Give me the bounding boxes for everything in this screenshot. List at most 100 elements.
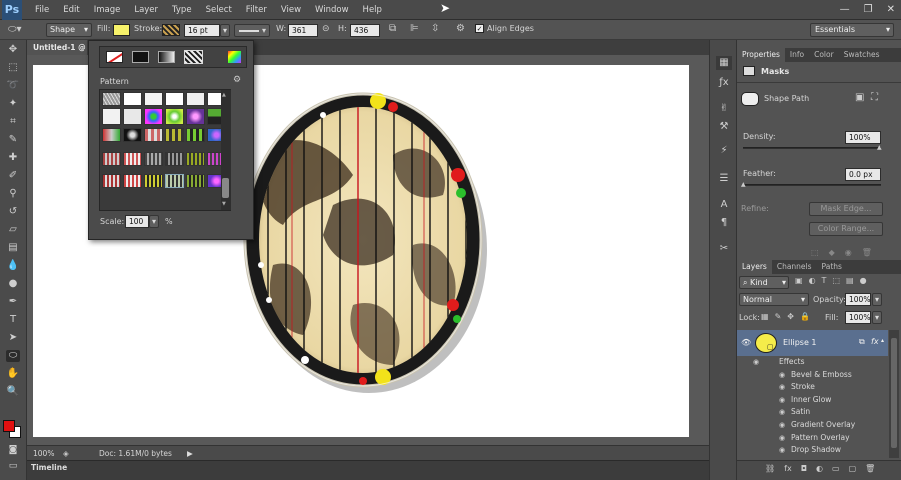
marquee-tool-icon[interactable]: ⬚ xyxy=(6,62,20,74)
eraser-tool-icon[interactable]: ▱ xyxy=(6,224,20,236)
delete-layer-icon[interactable]: 🗑 xyxy=(865,464,875,473)
hand-tool-icon[interactable]: ✋ xyxy=(6,368,20,380)
feather-slider[interactable] xyxy=(743,184,881,186)
pen-tool-icon[interactable]: ✒ xyxy=(6,296,20,308)
stroke-type-select[interactable]: ▾ xyxy=(234,24,270,37)
adjustment-filter-icon[interactable]: ◐ xyxy=(809,276,816,285)
history-brush-tool-icon[interactable]: ↺ xyxy=(6,206,20,218)
align-edges-checkbox[interactable]: ✓ xyxy=(475,24,484,33)
adjustments-panel-icon[interactable]: ✂ xyxy=(716,242,732,256)
shape-filter-icon[interactable]: ⬚ xyxy=(832,276,840,285)
tab-info[interactable]: Info xyxy=(785,48,809,62)
pattern-swatch[interactable] xyxy=(165,174,184,188)
chevron-down-icon[interactable]: ▾ xyxy=(872,311,882,324)
effect-row[interactable]: ◉ Pattern Overlay xyxy=(737,432,888,445)
eye-icon[interactable]: ◉ xyxy=(779,419,785,432)
tab-channels[interactable]: Channels xyxy=(772,260,817,274)
path-operations-icon[interactable]: ⧉ xyxy=(389,23,396,34)
feather-field[interactable]: 0.0 px xyxy=(845,168,881,181)
brush-panel-icon[interactable]: ✌ xyxy=(716,102,732,116)
magic-wand-tool-icon[interactable]: ✦ xyxy=(6,98,20,110)
tab-swatches[interactable]: Swatches xyxy=(839,48,885,62)
pattern-swatch[interactable] xyxy=(144,152,163,166)
chevron-up-icon[interactable]: ▴ xyxy=(881,337,884,344)
tab-color[interactable]: Color xyxy=(809,48,839,62)
crop-tool-icon[interactable]: ⌗ xyxy=(6,116,20,128)
smart-object-filter-icon[interactable]: ▤ xyxy=(846,276,854,285)
load-selection-icon[interactable]: ⬚ xyxy=(811,248,819,257)
quick-mask-icon[interactable]: ◙ xyxy=(6,444,20,456)
foreground-color-swatch[interactable] xyxy=(3,420,15,432)
lock-transparency-icon[interactable]: ▦ xyxy=(761,312,769,321)
pattern-swatch[interactable] xyxy=(186,108,205,125)
lasso-tool-icon[interactable]: ➰ xyxy=(6,80,20,92)
new-layer-icon[interactable]: ▢ xyxy=(849,464,857,473)
scroll-up-icon[interactable]: ▲ xyxy=(222,92,226,98)
gradient-tool-icon[interactable]: ▤ xyxy=(6,242,20,254)
tool-presets-icon[interactable]: ⚡ xyxy=(716,144,732,158)
add-pixel-mask-icon[interactable]: ▣ xyxy=(855,92,864,103)
pattern-swatch[interactable] xyxy=(165,128,184,142)
pattern-swatch[interactable] xyxy=(102,92,121,106)
delete-icon[interactable]: 🗑 xyxy=(862,248,872,257)
history-panel-icon[interactable]: ▦ xyxy=(716,56,732,70)
ellipse-tool-preset-icon[interactable]: ⬭▾ xyxy=(8,24,30,36)
fill-opacity-field[interactable]: 100% xyxy=(845,311,871,324)
add-vector-mask-icon[interactable]: ⛶ xyxy=(871,92,878,103)
workspace-select[interactable]: Essentials ▾ xyxy=(810,23,894,37)
menu-type[interactable]: Type xyxy=(165,0,199,20)
pattern-swatch[interactable] xyxy=(102,108,121,125)
pattern-swatch[interactable] xyxy=(123,92,142,106)
pattern-swatch[interactable] xyxy=(186,174,205,188)
pattern-swatch[interactable] xyxy=(165,152,184,166)
ellipse-tool-icon[interactable]: ⬭ xyxy=(6,350,20,362)
tab-paths[interactable]: Paths xyxy=(817,260,847,274)
effect-row[interactable]: ◉ Inner Glow xyxy=(737,394,888,407)
layer-comps-icon[interactable]: ☰ xyxy=(716,172,732,186)
pattern-swatch[interactable] xyxy=(102,152,121,166)
eye-icon[interactable]: 👁 xyxy=(741,338,751,347)
scale-field[interactable]: 100 xyxy=(125,215,149,228)
eyedropper-tool-icon[interactable]: ✎ xyxy=(6,134,20,146)
group-folder-icon[interactable]: ▭ xyxy=(832,464,840,473)
effect-row[interactable]: ◉ Drop Shadow xyxy=(737,444,888,457)
layer-filter-select[interactable]: ⌕ Kind ▾ xyxy=(739,276,789,289)
pattern-swatch[interactable] xyxy=(144,108,163,125)
scrollbar-thumb[interactable] xyxy=(891,338,897,448)
pattern-swatch[interactable] xyxy=(186,128,205,142)
pattern-swatch[interactable] xyxy=(144,92,163,106)
brush-tool-icon[interactable]: ✐ xyxy=(6,170,20,182)
effect-row[interactable]: ◉ Gradient Overlay xyxy=(737,419,888,432)
pattern-swatch[interactable] xyxy=(123,152,142,166)
pattern-scrollbar[interactable]: ▲ ▼ xyxy=(221,90,231,210)
dodge-tool-icon[interactable]: ● xyxy=(6,278,20,290)
lock-all-icon[interactable]: 🔒 xyxy=(800,312,810,321)
filter-toggle-icon[interactable]: ● xyxy=(860,276,867,285)
slider-handle-icon[interactable]: ▲ xyxy=(877,144,882,151)
eye-icon[interactable]: ◉ xyxy=(779,394,785,407)
link-layers-icon[interactable]: ⛓ xyxy=(765,464,775,473)
chevron-down-icon[interactable]: ▾ xyxy=(220,24,230,37)
no-fill-button[interactable] xyxy=(106,51,123,63)
slider-handle-icon[interactable]: ▲ xyxy=(741,181,746,188)
menu-file[interactable]: File xyxy=(28,0,56,20)
menu-select[interactable]: Select xyxy=(199,0,239,20)
pattern-fill-button[interactable] xyxy=(184,50,203,64)
lock-position-icon[interactable]: ✥ xyxy=(787,312,794,321)
menu-edit[interactable]: Edit xyxy=(56,0,86,20)
document-tab[interactable]: Untitled-1 @ 1 xyxy=(27,40,87,67)
path-arrangement-icon[interactable]: ⇳ xyxy=(431,23,439,34)
mode-select[interactable]: Shape ▾ xyxy=(46,23,92,37)
effect-row[interactable]: ◉ Stroke xyxy=(737,381,888,394)
width-field[interactable]: 361 px xyxy=(288,24,318,47)
density-slider[interactable] xyxy=(743,147,881,149)
chevron-down-icon[interactable]: ▾ xyxy=(872,293,882,306)
solid-color-button[interactable] xyxy=(132,51,149,63)
move-tool-icon[interactable]: ✥ xyxy=(6,44,20,56)
stroke-size-field[interactable]: 16 pt xyxy=(184,24,220,37)
chevron-down-icon[interactable]: ▾ xyxy=(149,215,159,228)
path-alignment-icon[interactable]: ⊫ xyxy=(410,23,419,34)
stroke-pattern-swatch[interactable] xyxy=(162,24,180,36)
adjustment-layer-icon[interactable]: ◐ xyxy=(816,464,823,473)
eye-icon[interactable]: ◉ xyxy=(779,432,785,445)
